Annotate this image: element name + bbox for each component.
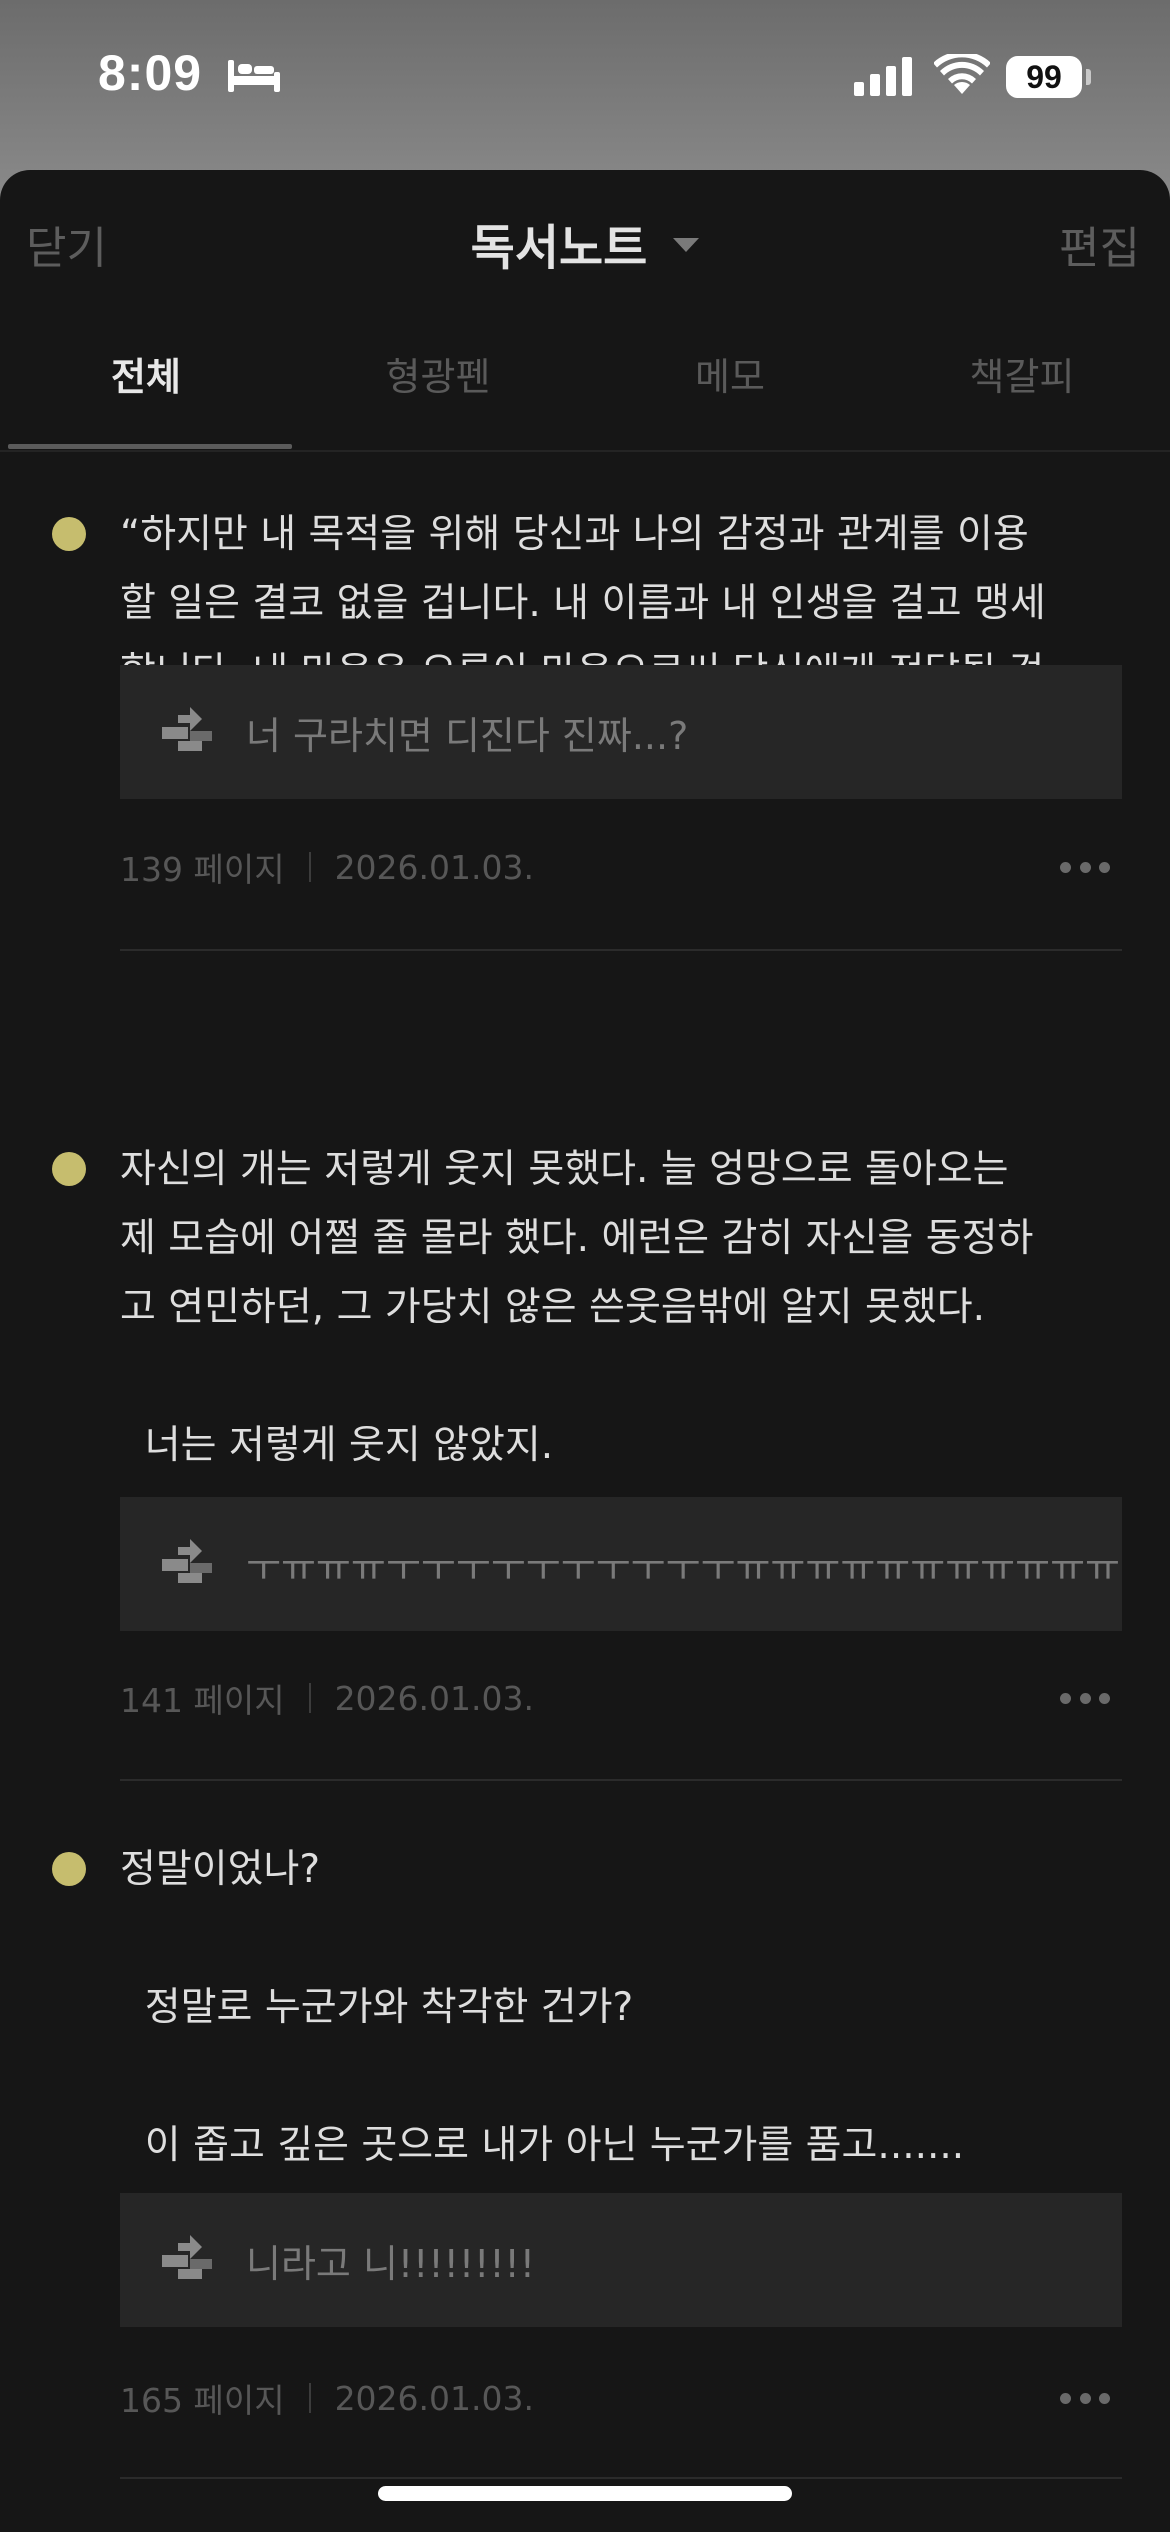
tab-all[interactable]: 전체: [0, 340, 292, 440]
meta-separator: [308, 2383, 311, 2413]
highlight-color-dot: [52, 1852, 86, 1886]
battery-indicator: 99: [1006, 56, 1082, 98]
filter-tabs: 전체 형광펜 메모 책갈피: [0, 340, 1170, 452]
note-meta: 165 페이지 2026.01.03.: [120, 2373, 534, 2423]
tab-memos[interactable]: 메모: [584, 340, 876, 440]
note-divider: [120, 949, 1122, 951]
active-tab-indicator: [8, 444, 292, 449]
status-bar: 8:09 99: [0, 0, 1170, 160]
memo-direction-icon: [162, 1539, 212, 1583]
note-date: 2026.01.03.: [334, 2378, 534, 2418]
tabs-divider: [0, 450, 1170, 452]
note-date: 2026.01.03.: [334, 1678, 534, 1718]
memo-text: ㅜㅠㅠㅠㅜㅜㅜㅜㅜㅜㅜㅜㅜㅜㅠㅠㅠㅠㅠㅠㅠㅠㅠㅠㅠ: [246, 1545, 1121, 1590]
nav-bar: 닫기 독서노트 편집: [0, 170, 1170, 310]
page-number: 165 페이지: [120, 2381, 285, 2420]
more-options-button[interactable]: [1060, 2383, 1110, 2413]
highlight-text: 자신의 개는 저렇게 웃지 못했다. 늘 엉망으로 돌아오는 제 모습에 어쩔 …: [120, 1147, 1034, 1468]
tab-highlights[interactable]: 형광펜: [292, 340, 584, 440]
note-date: 2026.01.03.: [334, 847, 534, 887]
status-time: 8:09: [98, 45, 203, 101]
tab-bookmarks[interactable]: 책갈피: [876, 340, 1168, 440]
more-options-button[interactable]: [1060, 1683, 1110, 1713]
highlight-color-dot: [52, 517, 86, 551]
wifi-icon: [934, 54, 990, 94]
note-divider: [120, 2477, 1122, 2479]
reading-notes-sheet: 닫기 독서노트 편집 전체 형광펜 메모 책갈피 “하지만 내 목적을 위해 당…: [0, 170, 1170, 2532]
highlight-color-dot: [52, 1152, 86, 1186]
meta-separator: [308, 1683, 311, 1713]
note-divider: [120, 1779, 1122, 1781]
battery-tip: [1086, 69, 1091, 85]
home-indicator[interactable]: [378, 2486, 792, 2501]
caret-down-icon: [673, 238, 700, 252]
note-meta: 139 페이지 2026.01.03.: [120, 842, 534, 892]
edit-button[interactable]: 편집: [1059, 212, 1140, 276]
page-number: 139 페이지: [120, 850, 285, 889]
page-number: 141 페이지: [120, 1681, 285, 1720]
more-options-button[interactable]: [1060, 852, 1110, 882]
memo-direction-icon: [162, 707, 212, 751]
memo-box[interactable]: 니라고 니!!!!!!!!!: [120, 2193, 1122, 2327]
memo-text: 니라고 니!!!!!!!!!: [246, 2241, 536, 2286]
memo-box[interactable]: ㅜㅠㅠㅠㅜㅜㅜㅜㅜㅜㅜㅜㅜㅜㅠㅠㅠㅠㅠㅠㅠㅠㅠㅠㅠ: [120, 1497, 1122, 1631]
page-title: 독서노트: [470, 220, 648, 276]
cellular-signal-icon: [854, 57, 912, 96]
meta-separator: [308, 852, 311, 882]
title-dropdown[interactable]: 독서노트: [0, 208, 1170, 278]
sleep-focus-icon: [228, 60, 280, 92]
memo-box[interactable]: 너 구라치면 디진다 진짜...?: [120, 665, 1122, 799]
memo-direction-icon: [162, 2235, 212, 2279]
memo-text: 너 구라치면 디진다 진짜...?: [246, 713, 689, 758]
highlight-text: 정말이었나? 정말로 누군가와 착각한 건가? 이 좁고 깊은 곳으로 내가 아…: [120, 1847, 965, 2168]
note-meta: 141 페이지 2026.01.03.: [120, 1673, 534, 1723]
